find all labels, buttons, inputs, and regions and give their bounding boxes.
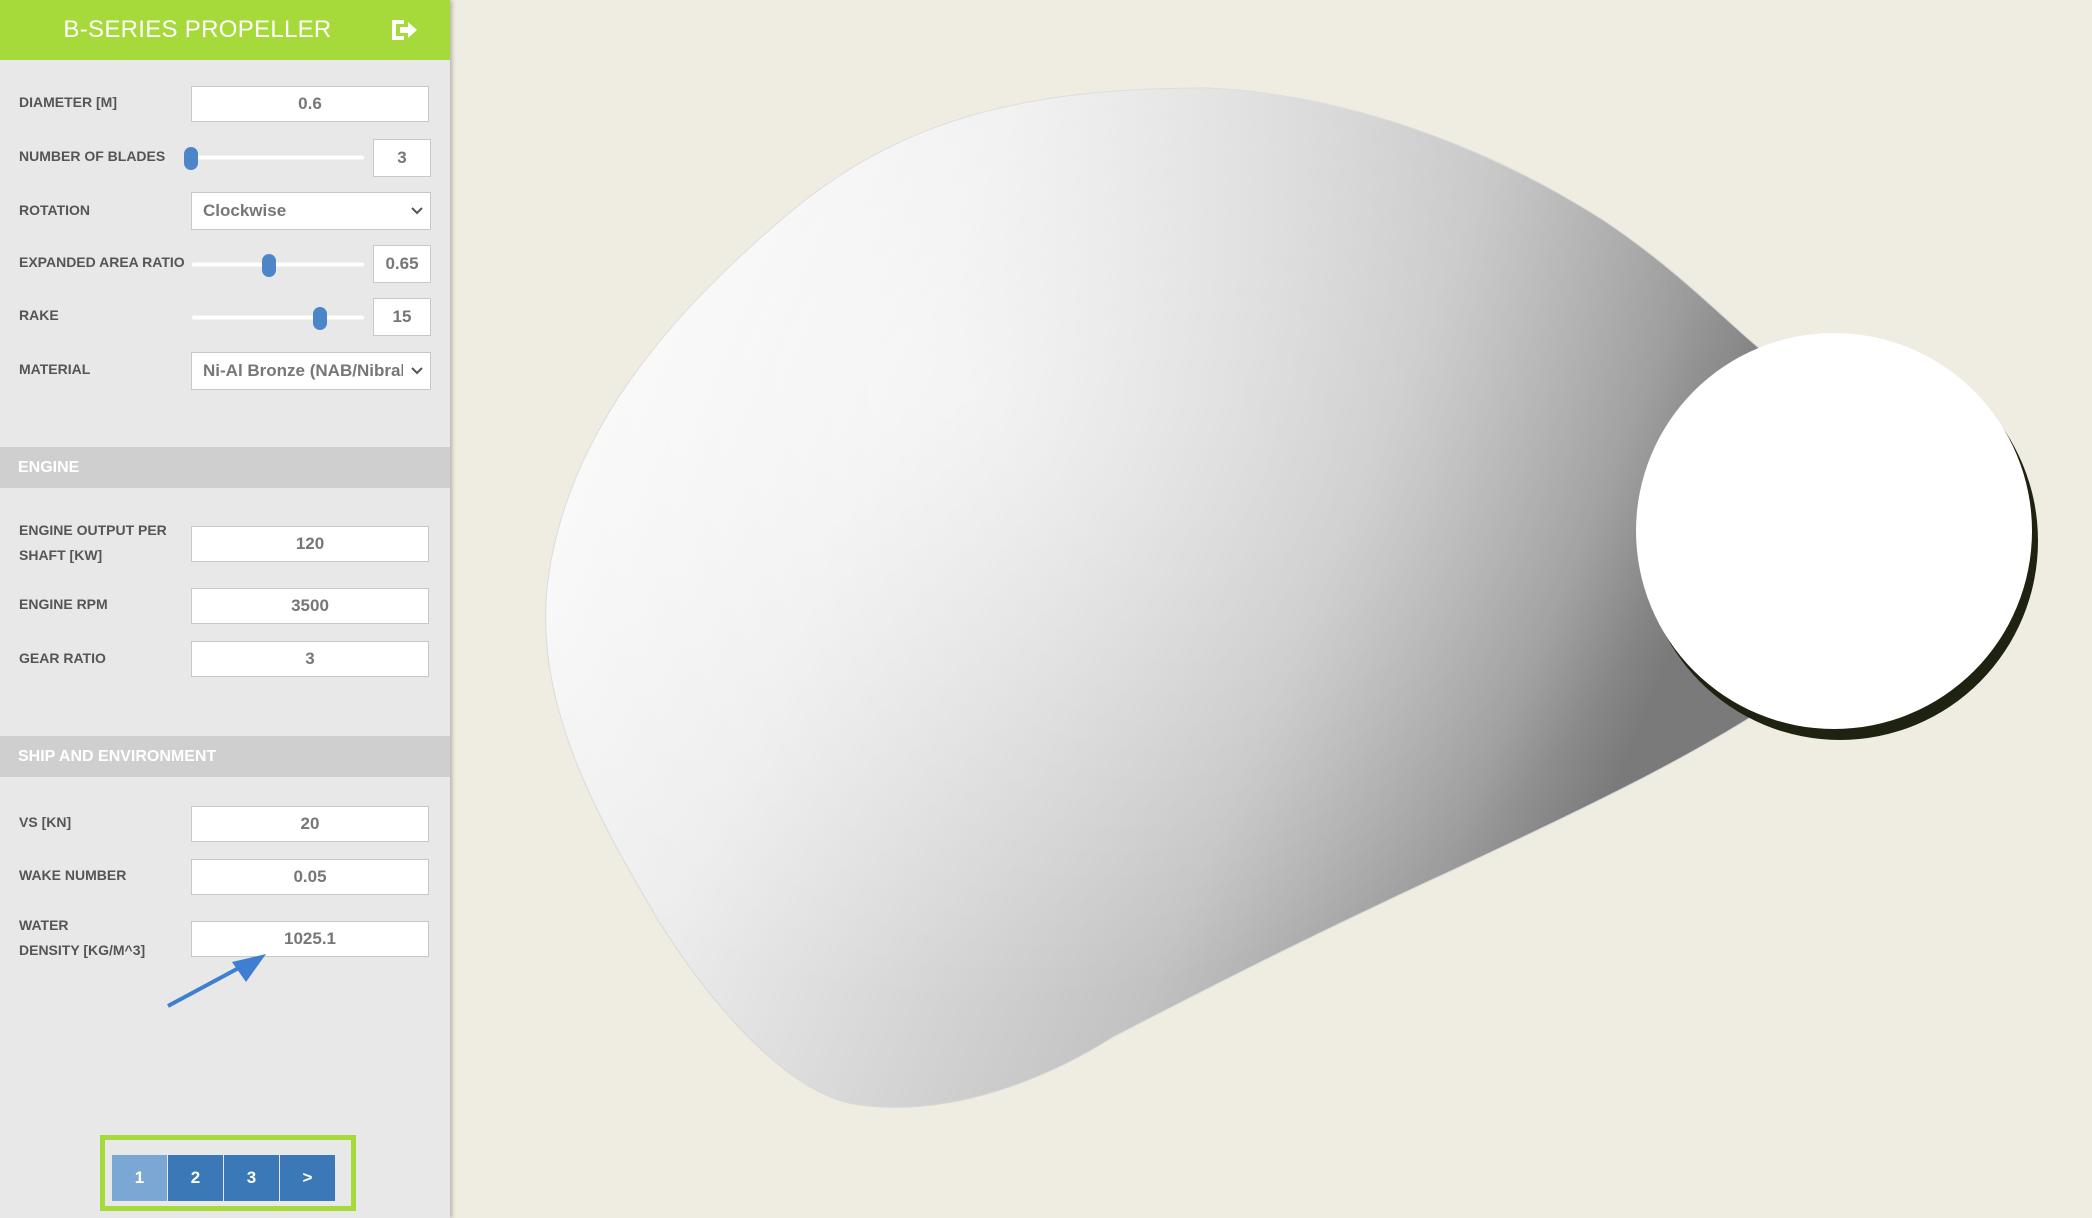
slider-track <box>191 155 365 160</box>
rotation-label: ROTATION <box>19 202 91 218</box>
engine-output-label-line1: ENGINE OUTPUT PER <box>19 522 167 538</box>
ship-section-heading: SHIP AND ENVIRONMENT <box>0 736 450 777</box>
chevron-down-icon <box>411 367 423 375</box>
area-ratio-slider[interactable] <box>191 254 365 277</box>
sidebar-panel: B-SERIES PROPELLER DIAMETER [m] 0.6 NUMB… <box>0 0 450 1218</box>
engine-rpm-input[interactable]: 3500 <box>191 588 429 624</box>
page-button-3[interactable]: 3 <box>224 1155 279 1201</box>
engine-output-input[interactable]: 120 <box>191 526 429 562</box>
wake-number-label: WAKE NUMBER <box>19 867 127 883</box>
slider-track <box>191 262 365 267</box>
next-page-button[interactable]: > <box>280 1155 335 1201</box>
area-ratio-input[interactable]: 0.65 <box>373 245 431 283</box>
propeller-3d-viewport[interactable] <box>453 0 2092 1218</box>
pagination: 1 2 3 > <box>100 1135 356 1211</box>
rotation-selected-value: Clockwise <box>203 201 287 220</box>
vs-input[interactable]: 20 <box>191 806 429 842</box>
slider-thumb[interactable] <box>312 307 327 330</box>
diameter-label: DIAMETER [m] <box>19 94 117 110</box>
app-header: B-SERIES PROPELLER <box>0 0 450 60</box>
area-ratio-label: EXPANDED AREA RATIO <box>19 254 185 270</box>
engine-section-heading: ENGINE <box>0 447 450 488</box>
chevron-down-icon <box>411 207 423 215</box>
propeller-blade <box>545 87 1760 1108</box>
page-button-2[interactable]: 2 <box>168 1155 223 1201</box>
engine-rpm-label: ENGINE RPM <box>19 596 108 612</box>
material-label: MATERIAL <box>19 361 91 377</box>
material-selected-value: Ni-Al Bronze (NAB/Nibral/ <box>203 361 403 380</box>
slider-thumb[interactable] <box>184 147 198 170</box>
blades-label: NUMBER OF BLADES <box>19 148 166 164</box>
engine-output-label-line2: SHAFT [kW] <box>19 547 103 563</box>
annotation-arrow-icon <box>167 954 266 1008</box>
gear-ratio-input[interactable]: 3 <box>191 641 429 677</box>
app-title: B-SERIES PROPELLER <box>63 16 332 43</box>
diameter-input[interactable]: 0.6 <box>191 86 429 122</box>
exit-button[interactable] <box>388 14 420 46</box>
gear-ratio-label: GEAR RATIO <box>19 650 106 666</box>
rake-label: RAKE <box>19 307 59 323</box>
water-density-label-line2: DENSITY [kg/m^3] <box>19 942 146 958</box>
page-button-1[interactable]: 1 <box>112 1155 167 1201</box>
rake-slider[interactable] <box>191 307 365 330</box>
blades-input[interactable]: 3 <box>373 139 431 177</box>
slider-thumb[interactable] <box>262 254 277 277</box>
exit-icon <box>392 20 417 40</box>
slider-track <box>191 315 365 320</box>
vs-label: VS [kn] <box>19 814 72 830</box>
material-select[interactable]: Ni-Al Bronze (NAB/Nibral/ <box>191 352 431 390</box>
blades-slider[interactable] <box>184 147 365 170</box>
water-density-label-line1: WATER <box>19 917 69 933</box>
rake-input[interactable]: 15 <box>373 298 431 336</box>
wake-number-input[interactable]: 0.05 <box>191 859 429 895</box>
rotation-select[interactable]: Clockwise <box>191 192 431 230</box>
